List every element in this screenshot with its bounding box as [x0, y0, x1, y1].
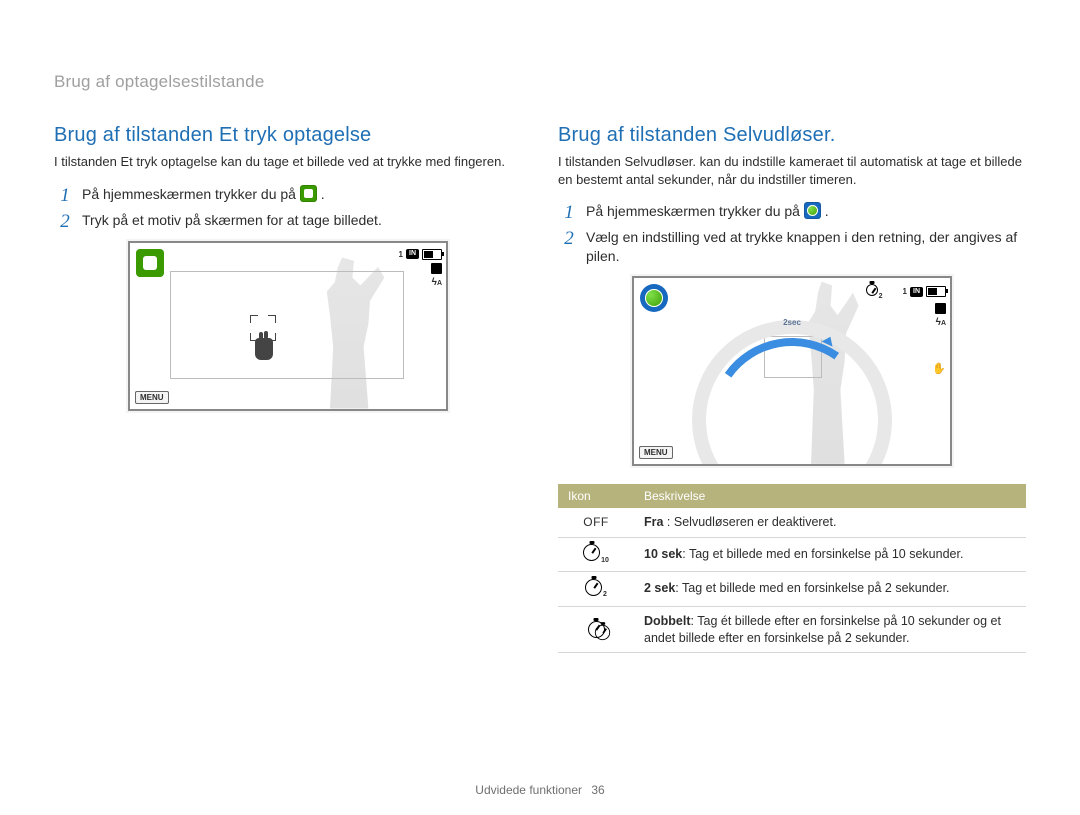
- one-touch-shot-icon: [300, 185, 317, 202]
- timer-2s-indicator-icon: 2: [866, 284, 883, 300]
- timer-double-icon: [588, 621, 605, 638]
- shots-remaining: 1: [399, 250, 403, 259]
- menu-button: MENU: [639, 446, 673, 459]
- flash-auto-icon: ϟA: [936, 317, 946, 328]
- desc-cell: 10 sek: Tag et billede med en forsinkels…: [634, 537, 1026, 571]
- right-steps: 1 På hjemmeskærmen trykker du på . 2 Væl…: [558, 202, 1026, 266]
- mode-badge-icon: [640, 284, 668, 312]
- camera-screen-illustration: 1 IN ϟA MENU: [128, 241, 448, 411]
- two-column-layout: Brug af tilstanden Et tryk optagelse I t…: [54, 124, 1026, 653]
- left-column: Brug af tilstanden Et tryk optagelse I t…: [54, 124, 522, 653]
- page-number: 36: [591, 783, 604, 797]
- dial-selected-label: 2sec: [783, 318, 801, 327]
- focus-frame: [170, 271, 404, 379]
- desc-cell: Dobbelt: Tag ét billede efter en forsink…: [634, 606, 1026, 653]
- table-row: 2 2 sek: Tag et billede med en forsinkel…: [558, 572, 1026, 606]
- step: 2 Vælg en indstilling ved at trykke knap…: [558, 228, 1026, 266]
- flash-auto-icon: ϟA: [432, 277, 442, 288]
- step: 1 På hjemmeskærmen trykker du på .: [558, 202, 1026, 222]
- status-icons: 2 1 IN ϟA ✋: [866, 284, 946, 375]
- footer-section: Udvidede funktioner: [475, 783, 582, 797]
- camera-screen-illustration: 2 1 IN ϟA ✋ MENU: [632, 276, 952, 466]
- resolution-icon: [935, 303, 946, 314]
- mode-badge-icon: [136, 249, 164, 277]
- self-timer-icon: [804, 202, 821, 219]
- touch-hand-icon: [255, 338, 273, 360]
- step: 1 På hjemmeskærmen trykker du på .: [54, 185, 522, 205]
- left-heading: Brug af tilstanden Et tryk optagelse: [54, 124, 522, 147]
- breadcrumb: Brug af optagelsestilstande: [54, 72, 1026, 92]
- step-text: På hjemmeskærmen trykker du på .: [82, 185, 522, 205]
- step-number: 1: [54, 185, 76, 205]
- storage-indicator: IN: [406, 249, 419, 259]
- icon-cell: [558, 606, 634, 653]
- desc-cell: 2 sek: Tag et billede med en forsinkelse…: [634, 572, 1026, 606]
- timer-2-icon: [585, 579, 602, 596]
- step-number: 2: [54, 211, 76, 231]
- desc-cell: Fra : Selvudløseren er deaktiveret.: [634, 508, 1026, 537]
- anti-shake-icon: ✋: [932, 362, 946, 375]
- table-header-desc: Beskrivelse: [634, 484, 1026, 508]
- step: 2 Tryk på et motiv på skærmen for at tag…: [54, 211, 522, 231]
- step-text: Tryk på et motiv på skærmen for at tage …: [82, 211, 522, 231]
- table-row: Dobbelt: Tag ét billede efter en forsink…: [558, 606, 1026, 653]
- battery-icon: [422, 249, 442, 260]
- table-row: 10 10 sek: Tag et billede med en forsink…: [558, 537, 1026, 571]
- step-text: Vælg en indstilling ved at trykke knappe…: [586, 228, 1026, 266]
- shots-remaining: 1: [903, 287, 907, 296]
- self-timer-options-table: Ikon Beskrivelse OFF Fra : Selvudløseren…: [558, 484, 1026, 654]
- table-row: OFF Fra : Selvudløseren er deaktiveret.: [558, 508, 1026, 537]
- step-number: 1: [558, 202, 580, 222]
- table-header-icon: Ikon: [558, 484, 634, 508]
- storage-indicator: IN: [910, 287, 923, 297]
- timer-10-icon: [583, 544, 600, 561]
- left-steps: 1 På hjemmeskærmen trykker du på . 2 Try…: [54, 185, 522, 231]
- icon-cell: 2: [558, 572, 634, 606]
- step-number: 2: [558, 228, 580, 266]
- menu-button: MENU: [135, 391, 169, 404]
- status-icons: 1 IN ϟA: [399, 249, 442, 288]
- battery-icon: [926, 286, 946, 297]
- timer-dial: 2sec: [692, 320, 892, 466]
- resolution-icon: [431, 263, 442, 274]
- table-header-row: Ikon Beskrivelse: [558, 484, 1026, 508]
- left-intro: I tilstanden Et tryk optagelse kan du ta…: [54, 153, 522, 171]
- focus-brackets: [250, 315, 276, 341]
- right-column: Brug af tilstanden Selvudløser. I tilsta…: [558, 124, 1026, 653]
- icon-cell: OFF: [558, 508, 634, 537]
- page-footer: Udvidede funktioner 36: [0, 783, 1080, 797]
- right-intro: I tilstanden Selvudløser. kan du indstil…: [558, 153, 1026, 188]
- right-heading: Brug af tilstanden Selvudløser.: [558, 124, 1026, 147]
- step-text: På hjemmeskærmen trykker du på .: [586, 202, 1026, 222]
- icon-cell: 10: [558, 537, 634, 571]
